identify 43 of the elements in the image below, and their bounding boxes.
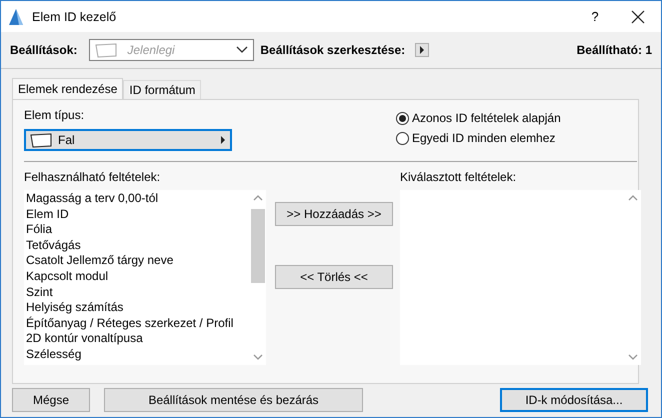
wall-outline-icon bbox=[95, 42, 118, 58]
tab[interactable]: Elemek rendezése bbox=[12, 78, 124, 99]
list-item[interactable]: Tetővágás bbox=[26, 238, 250, 254]
radio-label[interactable]: Egyedi ID minden elemhez bbox=[412, 131, 556, 145]
list-item[interactable]: Szint bbox=[26, 284, 250, 300]
dialog-button[interactable]: Mégse bbox=[12, 388, 90, 412]
caret-icon bbox=[220, 136, 226, 144]
edit-settings-label: Beállítások szerkesztése: bbox=[260, 43, 406, 57]
available-criteria-label: Felhasználható feltételek: bbox=[24, 170, 162, 184]
list-item[interactable]: Kapcsolt modul bbox=[26, 268, 250, 285]
element-type-label: Elem típus: bbox=[24, 108, 86, 122]
radio-label[interactable]: Azonos ID feltételek alapján bbox=[412, 111, 561, 125]
dialog-button[interactable]: ID-k módosítása... bbox=[500, 388, 648, 412]
play-button[interactable] bbox=[415, 43, 430, 57]
remove-button[interactable]: << Törlés << bbox=[275, 265, 393, 289]
dialog-button[interactable]: Beállítások mentése és bezárás bbox=[104, 388, 363, 412]
list-item[interactable]: Szélesség bbox=[26, 346, 250, 363]
radio-button[interactable] bbox=[396, 112, 409, 124]
list-item[interactable]: Építőanyag / Réteges szerkezet / Profil bbox=[26, 316, 250, 332]
scroll-down-icon[interactable] bbox=[253, 353, 263, 361]
chevron-down-icon bbox=[236, 46, 248, 54]
help-button[interactable]: ? bbox=[573, 9, 617, 24]
add-button[interactable]: >> Hozzáadás >> bbox=[275, 202, 393, 226]
list-item[interactable]: 2D kontúr vonaltípusa bbox=[26, 331, 250, 347]
selected-criteria-label: Kiválasztott feltételek: bbox=[400, 170, 518, 184]
list-item[interactable]: Fólia bbox=[26, 222, 250, 238]
app-logo-icon bbox=[8, 8, 24, 26]
settings-label: Beállítások: bbox=[10, 43, 78, 57]
list-item[interactable]: Csatolt Jellemző tárgy neve bbox=[26, 253, 250, 269]
close-icon[interactable] bbox=[631, 10, 645, 24]
window-title: Elem ID kezelő bbox=[32, 10, 118, 24]
scroll-down-icon[interactable] bbox=[628, 353, 638, 361]
radio-button[interactable] bbox=[396, 132, 409, 144]
editable-count: Beállítható: 1 bbox=[576, 43, 652, 57]
list-item[interactable]: Magasság a terv 0,00-tól bbox=[26, 191, 250, 207]
list-item[interactable]: Elem ID bbox=[26, 206, 250, 222]
element-type-dropdown[interactable]: Fal bbox=[24, 129, 232, 151]
scroll-up-icon[interactable] bbox=[253, 194, 263, 202]
play-icon bbox=[419, 46, 426, 54]
wall-icon bbox=[30, 132, 52, 148]
scroll-up-icon[interactable] bbox=[628, 194, 638, 202]
list-item[interactable]: Helyiség számítás bbox=[26, 300, 250, 316]
tab[interactable]: ID formátum bbox=[123, 80, 202, 99]
